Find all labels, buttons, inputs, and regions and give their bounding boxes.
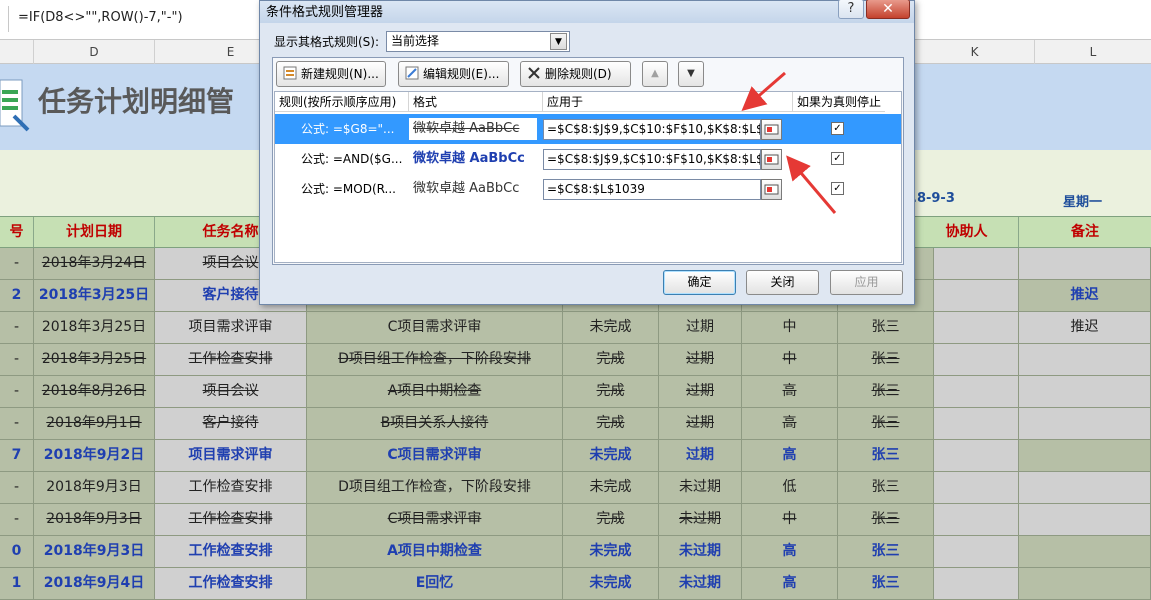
arrow-icon — [786, 155, 837, 214]
arrow-icon — [741, 71, 786, 111]
annotation-arrows — [741, 71, 837, 214]
